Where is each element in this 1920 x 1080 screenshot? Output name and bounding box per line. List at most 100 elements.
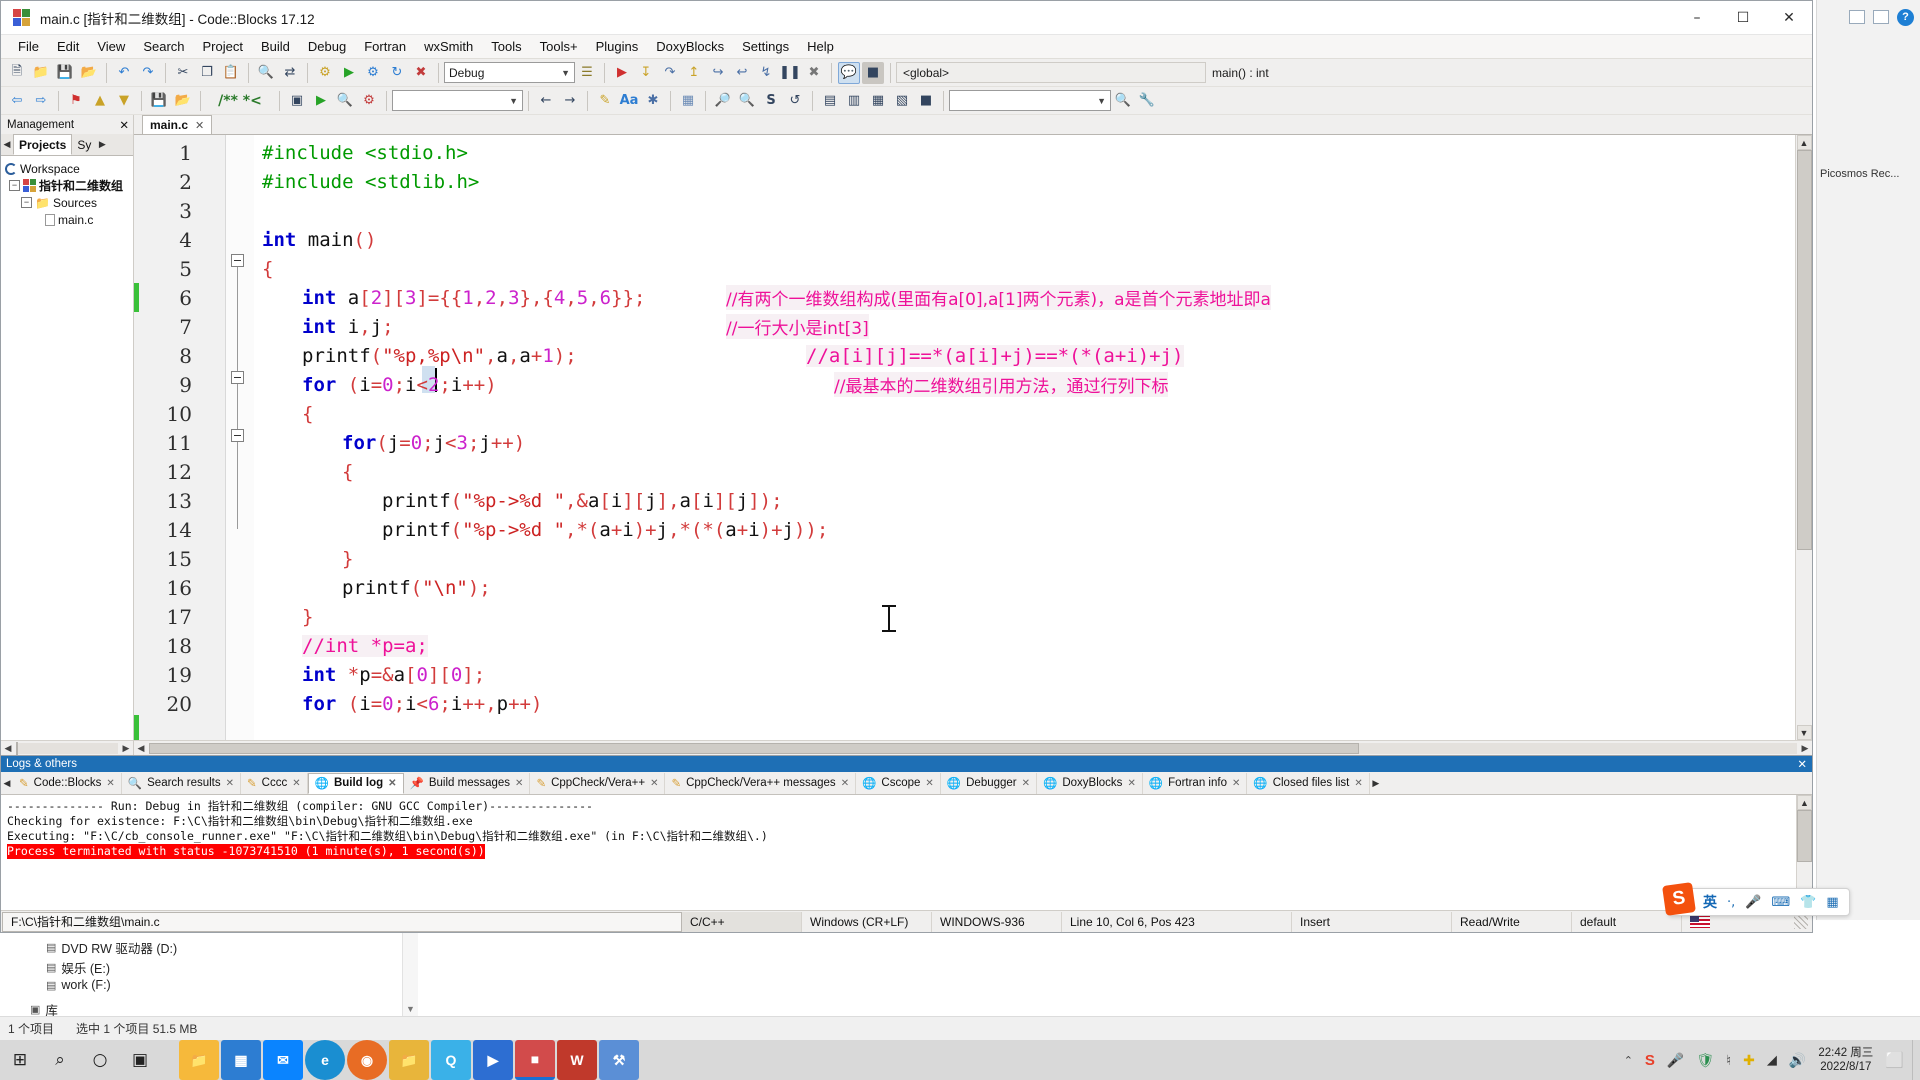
close-icon[interactable]: ✕ <box>1354 778 1362 789</box>
tab-cppcheck-vera[interactable]: ✎ CppCheck/Vera++ ✕ <box>530 772 666 794</box>
doxyblocks-extract-icon[interactable]: 🔍 <box>334 90 356 112</box>
menu-plugins[interactable]: Plugins <box>587 37 648 56</box>
zoom-reset-icon[interactable]: S <box>760 90 782 112</box>
panel-left-icon[interactable]: ▤ <box>819 90 841 112</box>
debug-step-out-icon[interactable]: ↥ <box>683 62 705 84</box>
new-file-icon[interactable]: 🗎 <box>6 62 28 84</box>
maximize-button[interactable]: ☐ <box>1720 1 1766 35</box>
debug-run-icon[interactable]: ▶ <box>611 62 633 84</box>
taskbar-app-folder-window[interactable]: 📁 <box>389 1040 429 1080</box>
tab-search-results[interactable]: 🔍 Search results ✕ <box>122 772 242 794</box>
menu-file[interactable]: File <box>9 37 48 56</box>
bookmark-toggle-icon[interactable]: ⚑ <box>65 90 87 112</box>
minimize-button[interactable]: – <box>1674 1 1720 35</box>
scroll-down-icon[interactable]: ▼ <box>1796 725 1812 740</box>
taskbar-app-tool[interactable]: ⚒ <box>599 1040 639 1080</box>
save-all-files-icon[interactable]: 📂 <box>172 90 194 112</box>
highlight-icon[interactable]: ✎ <box>594 90 616 112</box>
code-editor[interactable]: 1 #include <stdio.h> 2 #include <stdlib.… <box>134 135 1812 740</box>
explorer-maximize-icon[interactable] <box>1873 10 1889 24</box>
build-log-content[interactable]: -------------- Run: Debug in 指针和二维数组 (co… <box>1 795 1796 910</box>
menu-tools[interactable]: Tools <box>482 37 530 56</box>
close-icon[interactable]: ✕ <box>650 778 658 789</box>
taskbar-app-wps-writer[interactable]: W <box>557 1040 597 1080</box>
close-icon[interactable]: ✕ <box>1797 757 1807 771</box>
taskbar-app-file-explorer[interactable]: 📁 <box>179 1040 219 1080</box>
function-selector[interactable]: main() : int <box>1206 62 1446 83</box>
menu-view[interactable]: View <box>88 37 134 56</box>
debug-break-icon[interactable]: ❚❚ <box>779 62 801 84</box>
ime-mode-label[interactable]: 英 <box>1703 892 1717 912</box>
cortana-icon[interactable]: ○ <box>80 1040 120 1080</box>
editor-hscrollbar[interactable]: ◀ ▶ <box>134 740 1812 755</box>
explorer-restore-icon[interactable] <box>1849 10 1865 24</box>
copy-icon[interactable]: ❐ <box>196 62 218 84</box>
regex-icon[interactable]: ✱ <box>642 90 664 112</box>
code-text-area[interactable]: 1 #include <stdio.h> 2 #include <stdlib.… <box>134 135 1795 740</box>
collapse-icon[interactable]: − <box>9 180 20 191</box>
debug-next-instruction-icon[interactable]: ↩ <box>731 62 753 84</box>
debug-step-into-icon[interactable]: ↧ <box>635 62 657 84</box>
drive-item-f[interactable]: ▤ work (F:) <box>46 978 111 992</box>
close-icon[interactable]: ✕ <box>292 778 300 789</box>
fold-toggle[interactable] <box>231 429 244 442</box>
tab-cccc[interactable]: ✎ Cccc ✕ <box>241 772 308 794</box>
save-file-icon[interactable]: 💾 <box>148 90 170 112</box>
menu-search[interactable]: Search <box>134 37 193 56</box>
scroll-thumb[interactable] <box>149 742 1359 754</box>
doxyblocks-block-icon[interactable]: ▣ <box>286 90 308 112</box>
various-info-icon[interactable]: ■ <box>862 61 884 84</box>
debug-run-to-cursor-icon[interactable]: ↯ <box>755 62 777 84</box>
doxyblocks-run-icon[interactable]: ▶ <box>310 90 332 112</box>
zoom-out-icon[interactable]: 🔍 <box>736 90 758 112</box>
scroll-up-icon[interactable]: ▲ <box>1797 795 1812 810</box>
notification-icon[interactable]: ⬜ <box>1885 1051 1904 1069</box>
taskbar-app-edge-browser[interactable]: e <box>305 1040 345 1080</box>
bookmark-next-icon[interactable]: ▼ <box>113 90 135 112</box>
sogou-ime-logo-icon[interactable]: S <box>1662 882 1696 916</box>
abort-icon[interactable]: ✖ <box>410 62 432 84</box>
close-icon[interactable]: ✕ <box>106 778 114 789</box>
tab-scroll-right-icon[interactable]: ▶ <box>96 134 108 155</box>
menu-edit[interactable]: Edit <box>48 37 88 56</box>
redo-icon[interactable]: ↷ <box>137 62 159 84</box>
menu-help[interactable]: Help <box>798 37 843 56</box>
nav-prev-icon[interactable]: ← <box>535 90 557 112</box>
wrap-icon[interactable]: ↺ <box>784 90 806 112</box>
editor-vscrollbar[interactable]: ▲ ▼ <box>1795 135 1812 740</box>
toolbox-icon[interactable]: ▦ <box>1826 895 1838 910</box>
debug-step-instruction-icon[interactable]: ↪ <box>707 62 729 84</box>
doxyblocks-config-icon[interactable]: ⚙ <box>358 90 380 112</box>
window-controls[interactable]: – ☐ ✕ <box>1674 1 1812 35</box>
tab-codeblocks[interactable]: ✎ Code::Blocks ✕ <box>13 772 122 794</box>
show-desktop-button[interactable] <box>1912 1040 1920 1080</box>
rebuild-icon[interactable]: ↻ <box>386 62 408 84</box>
tree-item-mainc[interactable]: main.c <box>3 211 131 228</box>
search-input[interactable]: ▼ <box>949 90 1111 111</box>
tree-item-sources[interactable]: − 📁 Sources <box>3 194 131 211</box>
search-run-icon[interactable]: 🔍 <box>1112 90 1134 112</box>
sogou-tray-icon[interactable]: S <box>1645 1052 1655 1069</box>
tab-doxyblocks[interactable]: 🌐 DoxyBlocks ✕ <box>1037 772 1143 794</box>
bookmark-prev-icon[interactable]: ▲ <box>89 90 111 112</box>
taskbar-app-store[interactable]: ▦ <box>221 1040 261 1080</box>
taskbar-app-mail[interactable]: ✉ <box>263 1040 303 1080</box>
doxyblocks-comment-icon[interactable]: /** *< <box>207 90 273 112</box>
update-icon[interactable]: ✚ <box>1743 1052 1755 1069</box>
menu-fortran[interactable]: Fortran <box>355 37 415 56</box>
wifi-icon[interactable]: ◢ <box>1767 1052 1777 1068</box>
close-icon[interactable]: ✕ <box>841 778 849 789</box>
cut-icon[interactable]: ✂ <box>172 62 194 84</box>
chevron-down-icon[interactable]: ▼ <box>1097 96 1106 106</box>
taskbar-app-code-blocks[interactable]: ■ <box>515 1040 555 1080</box>
build-options-icon[interactable]: ☰ <box>576 62 598 84</box>
secondary-combo[interactable]: ▼ <box>392 90 523 111</box>
tab-main-c[interactable]: main.c ✕ <box>142 115 213 134</box>
chevron-right-icon[interactable]: ▶ <box>1798 743 1812 754</box>
close-icon[interactable]: ✕ <box>226 778 234 789</box>
paste-icon[interactable]: 📋 <box>220 62 242 84</box>
explorer-window-controls[interactable]: ? <box>1822 4 1914 30</box>
taskbar-app-firefox-browser[interactable]: ◉ <box>347 1040 387 1080</box>
taskbar-app-qq-messenger[interactable]: Q <box>431 1040 471 1080</box>
build-icon[interactable]: ⚙ <box>314 62 336 84</box>
